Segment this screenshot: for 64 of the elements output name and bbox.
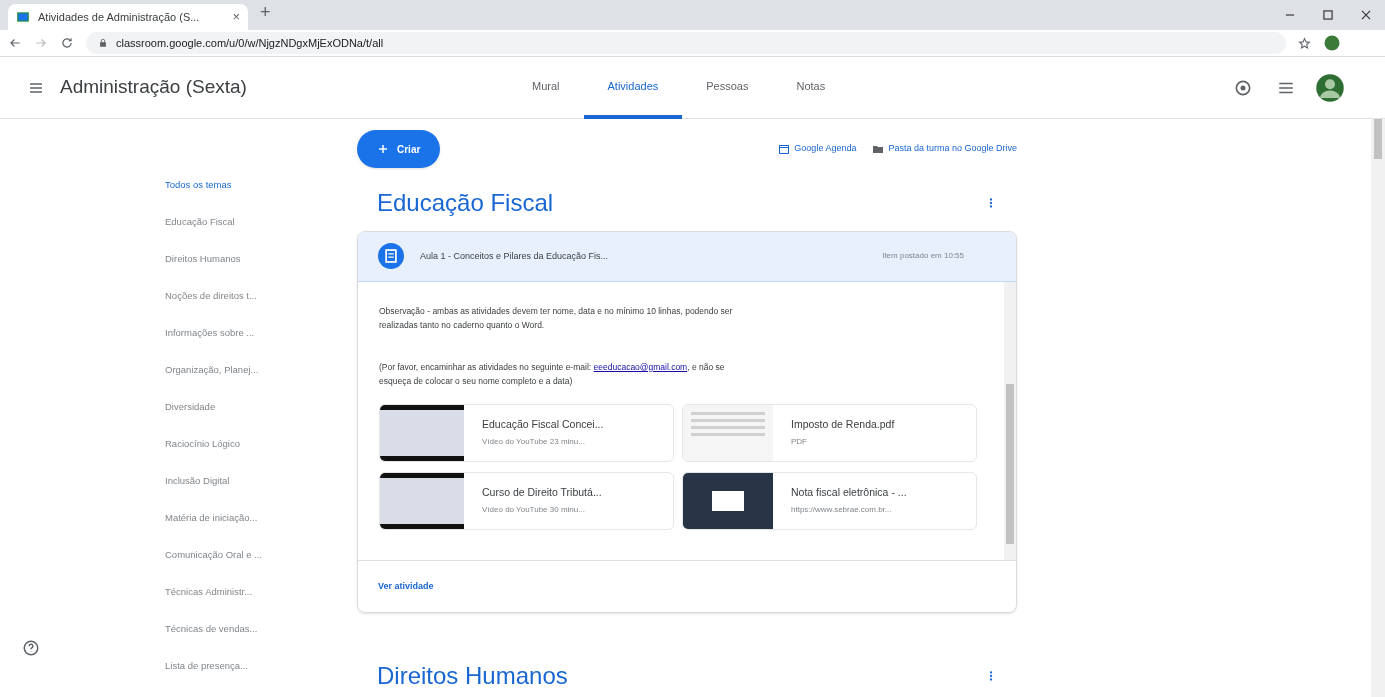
attachment-title: Educação Fiscal Concei... — [482, 417, 604, 433]
attachment-card[interactable]: Curso de Direito Tributá... Vídeo do YouTube 30 minu... — [379, 471, 674, 530]
topic-link[interactable]: Matéria de iniciação... — [165, 508, 357, 527]
topic-link[interactable]: Técnicas Administr... — [165, 582, 357, 601]
attachment-subtitle: Vídeo do YouTube 30 minu... — [482, 504, 586, 517]
nav-tab[interactable]: Pessoas — [682, 57, 773, 119]
back-icon — [8, 36, 22, 50]
profile-avatar-icon — [1323, 34, 1341, 52]
nav-tab[interactable]: Notas — [772, 57, 850, 119]
attachment-subtitle: https://www.sebrae.com.br... — [791, 504, 893, 517]
topic-title: Educação Fiscal — [377, 188, 554, 219]
new-tab-button[interactable]: + — [260, 0, 271, 26]
address-bar[interactable]: classroom.google.com/u/0/w/NjgzNDgxMjExODNa/t/all — [86, 32, 1286, 54]
topic-link[interactable]: Organização, Planej... — [165, 360, 357, 379]
link[interactable]: Google Agenda — [778, 142, 857, 156]
topic-title: Direitos Humanos — [377, 660, 568, 691]
attachment-card[interactable]: Educação Fiscal Concei... Vídeo do YouTube 23 minu... — [379, 403, 674, 462]
plus-icon — [377, 143, 389, 155]
maximize-icon — [1321, 8, 1335, 22]
topic-link[interactable]: Lista de presença... — [165, 656, 357, 675]
reload-icon — [60, 36, 74, 50]
create-button[interactable]: Criar — [357, 130, 441, 168]
topic-link[interactable]: Diversidade — [165, 397, 357, 416]
topic-link[interactable]: Raciocínio Lógico — [165, 434, 357, 453]
browser-tab[interactable]: Atividades de Administração (S... × — [8, 4, 248, 30]
topic-link[interactable]: Informações sobre ... — [165, 323, 357, 342]
attachment-card[interactable]: Nota fiscal eletrônica - ... https://www.sebrae.com.br... — [682, 471, 977, 530]
class-title: Administração (Sexta) — [60, 75, 247, 100]
close-icon — [1359, 8, 1373, 22]
topic-link[interactable]: Noções de direitos t... — [165, 286, 357, 305]
classroom-icon — [16, 10, 30, 24]
topic-link[interactable]: Educação Fiscal — [165, 212, 357, 231]
view-activity-link[interactable]: Ver atividade — [378, 579, 434, 594]
topic-link[interactable]: Técnicas de vendas... — [165, 619, 357, 638]
tab-title: Atividades de Administração (S... — [38, 9, 201, 25]
scrollbar[interactable] — [1004, 281, 1016, 560]
tab-close-button[interactable]: × — [232, 7, 240, 27]
topic-link[interactable]: Comunicação Oral e ... — [165, 545, 357, 564]
nav-tab[interactable]: Atividades — [583, 57, 683, 119]
link[interactable]: Pasta da turma no Google Drive — [872, 142, 1017, 156]
help-icon — [22, 639, 40, 657]
post-paragraph: (Por favor, encaminhar as atividades no seguinte e-mail: eeeducacao@gmail.com, e não se esqueça de colocar o seu nome completo e a data) — [379, 360, 726, 388]
attachment-title: Imposto de Renda.pdf — [791, 417, 895, 433]
url-text: classroom.google.com/u/0/w/NjgzNDgxMjExODNa/t/all — [116, 35, 384, 51]
topic-link[interactable]: Inclusão Digital — [165, 471, 357, 490]
avatar-icon — [1315, 72, 1345, 103]
nav-tab[interactable]: Mural — [508, 57, 584, 119]
post-time: Item postado em 10:55 — [882, 250, 965, 263]
topic-link[interactable]: Direitos Humanos — [165, 249, 357, 268]
attachment-subtitle: Vídeo do YouTube 23 minu... — [482, 436, 586, 449]
attachment-title: Nota fiscal eletrônica - ... — [791, 485, 907, 501]
post-title: Aula 1 - Conceitos e Pilares da Educação Fis... — [420, 249, 610, 263]
attachment-subtitle: PDF — [791, 436, 808, 449]
calendar-icon — [778, 143, 791, 155]
post-header[interactable]: Aula 1 - Conceitos e Pilares da Educação Fis... Item postado em 10:55 — [358, 231, 1016, 282]
folder-icon — [872, 143, 885, 155]
assignment-icon — [378, 243, 404, 270]
post-paragraph: Observação - ambas as atividades devem ter nome, data e no mínimo 10 linhas, podendo ser realizadas tanto no caderno quanto o Word. — [379, 304, 734, 332]
star-icon — [1298, 36, 1311, 50]
lock-icon — [98, 38, 108, 48]
page-scrollbar[interactable] — [1371, 119, 1385, 697]
attachment-title: Curso de Direito Tributá... — [482, 485, 602, 501]
attachment-card[interactable]: Imposto de Renda.pdf PDF — [682, 403, 977, 462]
topic-link[interactable]: Todos os temas — [165, 175, 357, 194]
